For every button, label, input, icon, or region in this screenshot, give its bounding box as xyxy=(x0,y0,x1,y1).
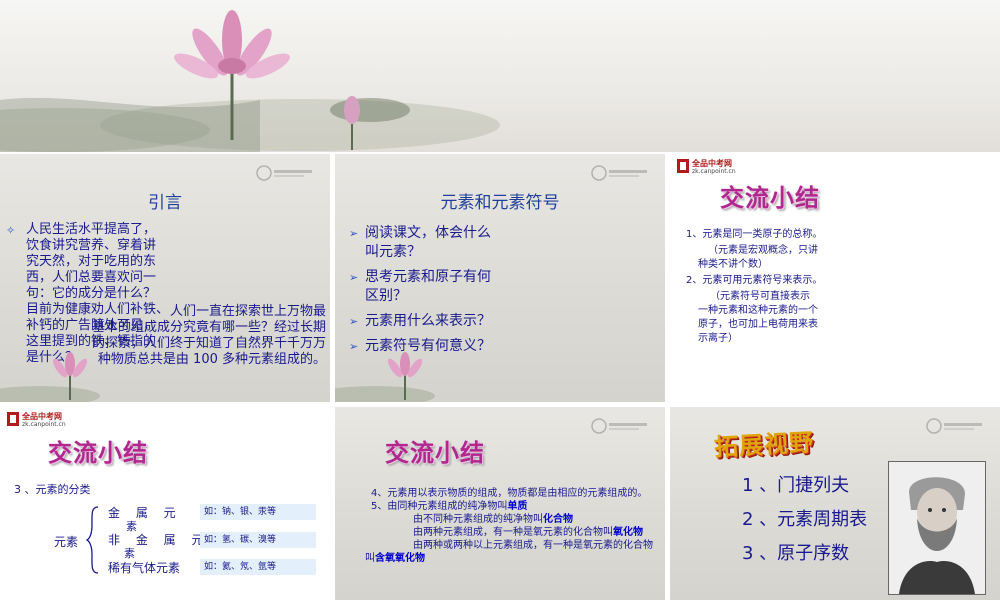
slide-summary-2[interactable]: 全品中考网 zk.canpoint.cn 交流小结 3 、元素的分类 元素 金 … xyxy=(0,407,330,600)
mendeleev-portrait xyxy=(888,461,986,595)
topic-list: 1 、门捷列夫 2 、元素周期表 3 、原子序数 xyxy=(742,469,867,571)
slide-summary-1[interactable]: 全品中考网 zk.canpoint.cn 交流小结 1、元素是同一类原子的总称。… xyxy=(670,154,1000,402)
slide-elements-symbols[interactable]: 元素和元素符号 ➢ 阅读课文，体会什么 叫元素？ ➢ 思考元素和原子有何 区别？ ➢ 元素… xyxy=(335,154,665,402)
slide-title: 元素和元素符号 xyxy=(440,193,560,213)
classification-heading: 3 、元素的分类 xyxy=(14,483,91,496)
list-item: 2 、元素周期表 xyxy=(742,509,868,530)
slide-title: 交流小结 xyxy=(720,184,820,212)
list-item: 1 、门捷列夫 xyxy=(742,475,850,496)
slide-extended-view[interactable]: 拓展视野 1 、门捷列夫 2 、元素周期表 3 、原子序数 xyxy=(670,407,1000,600)
category-label: 稀有气体元素 xyxy=(108,561,181,575)
summary-line: （元素符号可直接表示 xyxy=(710,291,810,302)
summary-line: 5、由同种元素组成的纯净物叫单质 xyxy=(371,501,528,512)
seal-icon xyxy=(677,159,689,173)
summary-line: 由不同种元素组成的纯净物叫化合物 xyxy=(413,514,573,525)
summary-line: （元素是宏观概念，只讲 xyxy=(708,245,818,256)
slide-summary-3[interactable]: 交流小结 4、元素用以表示物质的组成，物质都是由相应的元素组成的。 5、由同种元… xyxy=(335,407,665,600)
list-item: ➢ 元素用什么来表示？ xyxy=(349,313,491,329)
category-label: 金 属 元 xyxy=(108,506,182,520)
list-item: 3 、原子序数 xyxy=(742,543,850,564)
arrow-bullet-icon: ➢ xyxy=(349,315,359,328)
category-examples: 如：钠、银、汞等 xyxy=(200,504,316,520)
summary-line: 2、元素可用元素符号来表示。 xyxy=(686,275,823,286)
summary-line: 原子，也可加上电荷用来表 xyxy=(698,319,818,330)
summary-line: 由两种元素组成，有一种是氧元素的化合物叫氧化物 xyxy=(413,527,643,538)
watermark-logo xyxy=(256,165,312,181)
slide-title: 拓展视野 xyxy=(713,428,815,462)
summary-line: 一种元素和这种元素的一个 xyxy=(698,305,818,316)
root-label: 元素 xyxy=(54,535,79,549)
lotus-corner-decoration xyxy=(335,352,435,402)
summary-line: 示离子） xyxy=(698,333,738,344)
slide-title: 交流小结 xyxy=(385,439,485,467)
category-examples: 如：氦、氖、氩等 xyxy=(200,559,316,575)
lotus-corner-decoration xyxy=(0,352,100,402)
arrow-bullet-icon: ➢ xyxy=(349,271,359,284)
summary-line: 4、元素用以表示物质的组成，物质都是由相应的元素组成的。 xyxy=(371,488,648,499)
slide-title: 交流小结 xyxy=(48,439,148,467)
summary-line: 1、元素是同一类原子的总称。 xyxy=(686,229,823,240)
summary-line: 由两种或两种以上元素组成，有一种是氧元素的化合物叫含氧氧化物 xyxy=(365,540,653,564)
bullet-marker-icon: ✧ xyxy=(6,224,16,237)
top-lotus-banner xyxy=(0,0,1000,152)
question-list: ➢ 阅读课文，体会什么 叫元素？ ➢ 思考元素和原子有何 区别？ ➢ 元素用什么来表示？ … xyxy=(349,224,491,362)
canpoint-logo: 全品中考网 zk.canpoint.cn xyxy=(676,158,736,178)
canpoint-logo: 全品中考网 zk.canpoint.cn xyxy=(6,411,66,431)
lotus-illustration xyxy=(0,10,500,152)
watermark-logo xyxy=(591,418,647,434)
slide-title: 引言 xyxy=(148,193,182,213)
summary-paragraphs: 4、元素用以表示物质的组成，物质都是由相应的元素组成的。 5、由同种元素组成的纯… xyxy=(365,487,655,565)
watermark-logo xyxy=(926,418,982,434)
watermark-logo xyxy=(591,165,647,181)
slide-intro[interactable]: 引言 ✧ 人民生活水平提高了， 饮食讲究营养、穿着讲 究天然，对于吃用的东 西，… xyxy=(0,154,330,402)
arrow-bullet-icon: ➢ xyxy=(349,227,359,240)
brace-icon xyxy=(86,506,99,574)
list-item: ➢ 阅读课文，体会什么 叫元素？ xyxy=(349,225,491,260)
list-item: ➢ 思考元素和原子有何 区别？ xyxy=(349,269,491,304)
category-examples: 如：氢、碳、溴等 xyxy=(200,532,316,548)
seal-icon xyxy=(7,412,19,426)
summary-line: 种类不讲个数） xyxy=(698,259,768,270)
portrait-sketch-icon xyxy=(889,462,985,594)
